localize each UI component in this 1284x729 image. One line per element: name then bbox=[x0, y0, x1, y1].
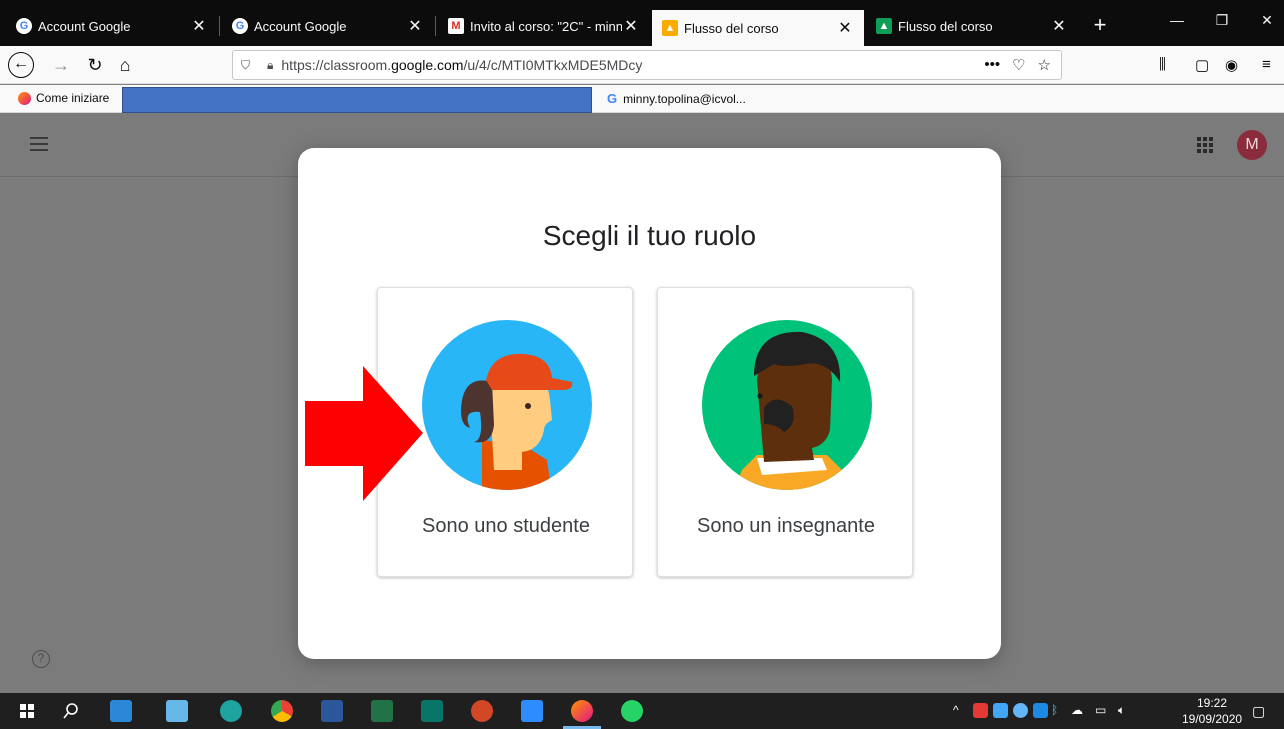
clock-date: 19/09/2020 bbox=[1182, 712, 1243, 726]
avatar[interactable]: M bbox=[1237, 130, 1267, 160]
tab-invito-corso[interactable]: M Invito al corso: "2C" - minny.t ✕ bbox=[438, 10, 650, 42]
tray-expand-icon[interactable]: ^ bbox=[953, 703, 959, 717]
edge-icon[interactable] bbox=[220, 700, 242, 722]
role-label: Sono uno studente bbox=[422, 515, 590, 537]
bluetooth-icon[interactable]: ᛒ bbox=[1051, 703, 1058, 717]
firefox-icon bbox=[18, 91, 31, 105]
new-tab-button[interactable]: + bbox=[1088, 10, 1112, 42]
lock-icon[interactable]: 🔒︎ bbox=[267, 58, 273, 73]
minimize-button[interactable]: — bbox=[1162, 12, 1192, 28]
google-icon: G bbox=[607, 91, 618, 106]
url-domain: google.com bbox=[391, 57, 464, 73]
network-icon[interactable]: ▭ bbox=[1095, 703, 1106, 717]
sidebar-icon[interactable]: ▢ bbox=[1195, 56, 1209, 74]
tab-label: Invito al corso: "2C" - minny.t bbox=[470, 18, 622, 34]
shield-icon[interactable]: ⛉ bbox=[241, 58, 255, 73]
restore-button[interactable]: ❐ bbox=[1207, 12, 1237, 29]
tray-app-icon[interactable] bbox=[1013, 703, 1028, 718]
bookmark-star-icon[interactable]: ☆ bbox=[1038, 56, 1051, 74]
url-bar[interactable]: ⛉ 🔒︎ https://classroom. google.com/u/4/c/… bbox=[232, 50, 1062, 80]
classroom-icon: ▲ bbox=[876, 18, 892, 34]
close-icon[interactable]: ✕ bbox=[406, 16, 424, 36]
onedrive-icon[interactable]: ☁ bbox=[1071, 703, 1083, 717]
windows-taskbar: ^ ᛒ ☁ ▭ 🔈︎ 19:22 19/09/2020 ▢ bbox=[0, 693, 1284, 729]
notifications-icon[interactable]: ▢ bbox=[1252, 703, 1265, 720]
firefox-icon[interactable] bbox=[571, 700, 593, 722]
page-actions-menu-icon[interactable]: ••• bbox=[984, 56, 1000, 74]
dialog-title: Scegli il tuo ruolo bbox=[542, 220, 757, 251]
account-icon[interactable]: ◉ bbox=[1225, 56, 1238, 74]
tray-app-icon[interactable] bbox=[1033, 703, 1048, 718]
menu-icon[interactable]: ≡ bbox=[1262, 56, 1271, 73]
publisher-icon[interactable] bbox=[421, 700, 443, 722]
tray-app-icon[interactable] bbox=[973, 703, 988, 718]
close-icon[interactable]: ✕ bbox=[836, 18, 854, 38]
close-icon[interactable]: ✕ bbox=[622, 16, 640, 36]
people-icon[interactable] bbox=[110, 700, 132, 722]
bookmark-label: Come iniziare bbox=[36, 91, 110, 105]
library-icon[interactable]: ⫼ bbox=[1159, 56, 1166, 73]
chrome-icon[interactable] bbox=[271, 700, 293, 722]
main-menu-icon[interactable] bbox=[30, 137, 48, 151]
bookmark-minny[interactable]: G minny.topolina@icvol... bbox=[607, 91, 746, 106]
tab-flusso-corso-active[interactable]: ▲ Flusso del corso ✕ bbox=[652, 10, 864, 46]
powerpoint-icon[interactable] bbox=[471, 700, 493, 722]
clock[interactable]: 19:22 19/09/2020 bbox=[1182, 695, 1242, 727]
photos-icon[interactable] bbox=[166, 700, 188, 722]
classroom-icon: ▲ bbox=[662, 20, 678, 36]
tray-app-icon[interactable] bbox=[993, 703, 1008, 718]
home-button[interactable]: ⌂ bbox=[112, 52, 138, 78]
close-icon[interactable]: ✕ bbox=[1050, 16, 1068, 36]
redaction-box bbox=[122, 87, 592, 113]
clock-time: 19:22 bbox=[1196, 696, 1228, 710]
url-prefix: https://classroom. bbox=[281, 57, 392, 73]
gmail-icon: M bbox=[448, 18, 464, 34]
windows-start-icon[interactable] bbox=[16, 700, 38, 722]
bookmark-come-iniziare[interactable]: Come iniziare bbox=[18, 91, 109, 105]
back-button[interactable]: ← bbox=[8, 52, 34, 78]
browser-nav-bar: ← → ↻ ⌂ ⛉ 🔒︎ https://classroom. google.co… bbox=[0, 46, 1284, 84]
tab-account-google-1[interactable]: G Account Google ✕ bbox=[6, 10, 218, 42]
tab-separator bbox=[219, 16, 220, 36]
close-icon[interactable]: ✕ bbox=[190, 16, 208, 36]
teacher-illustration bbox=[702, 320, 872, 490]
tab-label: Account Google bbox=[254, 18, 347, 34]
google-apps-icon[interactable] bbox=[1197, 137, 1213, 153]
volume-icon[interactable]: 🔈︎ bbox=[1118, 703, 1125, 718]
tab-separator bbox=[435, 16, 436, 36]
role-card-teacher[interactable]: Sono un insegnante bbox=[657, 287, 913, 577]
red-arrow-annotation bbox=[305, 366, 423, 501]
google-icon: G bbox=[232, 18, 248, 34]
tab-flusso-corso[interactable]: ▲ Flusso del corso ✕ bbox=[866, 10, 1078, 42]
student-illustration bbox=[422, 320, 592, 490]
role-label: Sono un insegnante bbox=[697, 515, 875, 537]
tab-label: Account Google bbox=[38, 18, 131, 34]
url-path: /u/4/c/MTI0MTkxMDE5MDcy bbox=[463, 57, 643, 73]
zoom-icon[interactable] bbox=[521, 700, 543, 722]
search-icon[interactable] bbox=[60, 700, 82, 722]
close-window-button[interactable]: ✕ bbox=[1252, 12, 1282, 29]
pocket-icon[interactable]: ♡ bbox=[1012, 56, 1025, 74]
tab-account-google-2[interactable]: G Account Google ✕ bbox=[222, 10, 434, 42]
tab-label: Flusso del corso bbox=[898, 18, 993, 34]
forward-button[interactable]: → bbox=[48, 52, 74, 78]
whatsapp-icon[interactable] bbox=[621, 700, 643, 722]
reload-button[interactable]: ↻ bbox=[82, 52, 108, 78]
google-icon: G bbox=[16, 18, 32, 34]
excel-icon[interactable] bbox=[371, 700, 393, 722]
bookmark-label: minny.topolina@icvol... bbox=[623, 91, 746, 106]
word-icon[interactable] bbox=[321, 700, 343, 722]
tab-label: Flusso del corso bbox=[684, 20, 779, 36]
help-icon[interactable]: ? bbox=[32, 650, 50, 668]
browser-tab-strip: G Account Google ✕ G Account Google ✕ M … bbox=[0, 0, 1284, 46]
